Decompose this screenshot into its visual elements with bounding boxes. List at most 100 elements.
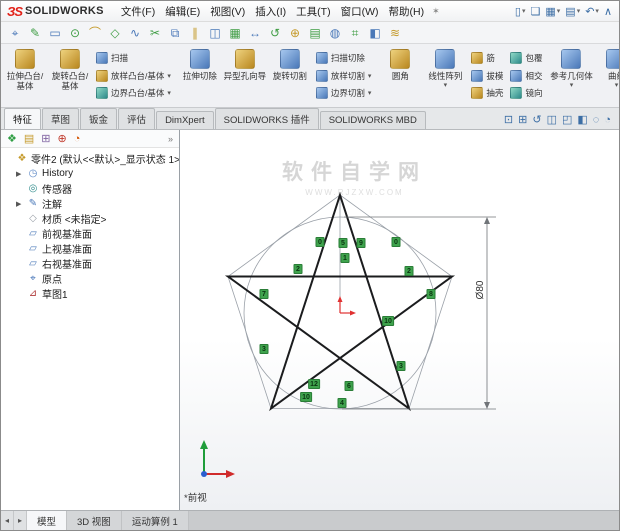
- ribbon-boundary-boss-button[interactable]: 边界凸台/基体: [96, 85, 171, 101]
- trim-tool-icon[interactable]: ✂: [146, 24, 164, 42]
- ribbon-reference-geometry-button[interactable]: 参考几何体: [549, 46, 593, 105]
- tree-item-origin[interactable]: ⌖ 原点: [1, 271, 179, 286]
- panel-flyout-icon[interactable]: »: [168, 134, 173, 144]
- ribbon-mirror-button[interactable]: 镜向: [510, 85, 542, 101]
- menu-edit[interactable]: 编辑(E): [160, 2, 205, 21]
- ribbon-swept-boss-button[interactable]: 扫描: [96, 50, 171, 66]
- sketch-point-badge[interactable]: 4: [338, 398, 347, 408]
- shaded-view-icon[interactable]: ◍: [326, 24, 344, 42]
- sketch-point-badge[interactable]: 1: [341, 253, 350, 263]
- sketch-point-badge[interactable]: 12: [308, 379, 320, 389]
- display-relations-icon[interactable]: ▤: [306, 24, 324, 42]
- mirror-entities-icon[interactable]: ◫: [206, 24, 224, 42]
- hide-show-items-icon[interactable]: ◌: [593, 114, 600, 126]
- open-button[interactable]: ❏: [530, 5, 540, 18]
- measure-icon[interactable]: ≋: [386, 24, 404, 42]
- ribbon-extruded-boss-button[interactable]: 拉伸凸台/基体: [3, 46, 47, 105]
- rectangle-tool-icon[interactable]: ▭: [46, 24, 64, 42]
- sketch-point-badge[interactable]: 0: [316, 237, 325, 247]
- tree-item-front-plane[interactable]: ▱ 前视基准面: [1, 226, 179, 241]
- grid-icon[interactable]: ⌗: [346, 24, 364, 42]
- zoom-fit-icon[interactable]: ⊡: [504, 114, 513, 126]
- sketch-point-badge[interactable]: 2: [294, 264, 303, 274]
- spline-tool-icon[interactable]: ∿: [126, 24, 144, 42]
- sketch-point-badge[interactable]: 2: [405, 266, 414, 276]
- tab-model[interactable]: 模型: [27, 511, 67, 530]
- smart-dimension-icon[interactable]: ⊕: [286, 24, 304, 42]
- ribbon-lofted-boss-button[interactable]: 放样凸台/基体: [96, 68, 171, 84]
- tab-solidworks-mbd[interactable]: SOLIDWORKS MBD: [320, 111, 426, 129]
- view-orientation-icon[interactable]: ◰: [562, 114, 572, 126]
- tree-item-sensors[interactable]: ◎ 传感器: [1, 181, 179, 196]
- sketch-point-badge[interactable]: 10: [300, 392, 312, 402]
- sketch-point-badge[interactable]: 5: [339, 238, 348, 248]
- ribbon-hole-wizard-button[interactable]: 异型孔向导: [223, 46, 267, 105]
- expand-caret-icon[interactable]: [16, 170, 24, 178]
- tab-features[interactable]: 特征: [4, 108, 41, 129]
- sketch-icon[interactable]: ✎: [26, 24, 44, 42]
- menu-pin-icon[interactable]: ✶: [432, 6, 440, 17]
- menu-help[interactable]: 帮助(H): [383, 2, 429, 21]
- select-icon[interactable]: ⌖: [6, 24, 24, 42]
- sketch-point-badge[interactable]: 6: [345, 381, 354, 391]
- tab-dimxpert[interactable]: DimXpert: [156, 111, 214, 129]
- tab-3d-views[interactable]: 3D 视图: [67, 511, 122, 530]
- sketch-point-badge[interactable]: 9: [357, 238, 366, 248]
- menu-insert[interactable]: 插入(I): [250, 2, 291, 21]
- sketch-point-badge[interactable]: 3: [260, 344, 269, 354]
- new-document-button[interactable]: ▯: [515, 5, 526, 18]
- ribbon-rib-button[interactable]: 筋: [471, 50, 503, 66]
- collapse-toolbar-button[interactable]: ∧: [604, 5, 612, 18]
- configuration-manager-tab[interactable]: ⊞: [41, 131, 50, 147]
- sketch-point-badge[interactable]: 8: [427, 289, 436, 299]
- tab-solidworks-addins[interactable]: SOLIDWORKS 插件: [215, 108, 319, 129]
- ribbon-lofted-cut-button[interactable]: 放样切割: [316, 68, 372, 84]
- property-manager-tab[interactable]: ▤: [24, 131, 34, 147]
- display-manager-tab[interactable]: ◔: [74, 131, 81, 147]
- move-entities-icon[interactable]: ↔: [246, 24, 264, 42]
- previous-view-icon[interactable]: ↺: [532, 114, 541, 126]
- feature-manager-tab[interactable]: ❖: [7, 131, 17, 147]
- tree-item-sketch1[interactable]: ⊿ 草图1: [1, 286, 179, 301]
- menu-window[interactable]: 窗口(W): [336, 2, 384, 21]
- ribbon-swept-cut-button[interactable]: 扫描切除: [316, 50, 372, 66]
- ribbon-draft-button[interactable]: 拔模: [471, 68, 503, 84]
- ribbon-wrap-button[interactable]: 包覆: [510, 50, 542, 66]
- sketch-point-badge[interactable]: 3: [397, 361, 406, 371]
- section-view-icon[interactable]: ◧: [366, 24, 384, 42]
- tree-item-right-plane[interactable]: ▱ 右视基准面: [1, 256, 179, 271]
- tree-item-history[interactable]: ◷ History: [1, 166, 179, 181]
- ribbon-extruded-cut-button[interactable]: 拉伸切除: [178, 46, 222, 105]
- circle-tool-icon[interactable]: ⊙: [66, 24, 84, 42]
- appearance-icon[interactable]: ◔: [604, 114, 611, 126]
- ribbon-boundary-cut-button[interactable]: 边界切割: [316, 85, 372, 101]
- arc-tool-icon[interactable]: ⌒: [86, 24, 104, 42]
- tree-item-annotations[interactable]: ✎ 注解: [1, 196, 179, 211]
- dimxpert-manager-tab[interactable]: ⊕: [58, 131, 67, 147]
- expand-caret-icon[interactable]: [16, 200, 24, 208]
- polygon-tool-icon[interactable]: ◇: [106, 24, 124, 42]
- tab-evaluate[interactable]: 评估: [118, 108, 155, 129]
- section-view-icon[interactable]: ◫: [547, 114, 557, 126]
- tab-scroll-left-icon[interactable]: ◂: [1, 511, 14, 530]
- tree-item-top-plane[interactable]: ▱ 上视基准面: [1, 241, 179, 256]
- undo-button[interactable]: ↶: [585, 5, 599, 18]
- offset-entities-icon[interactable]: ∥: [186, 24, 204, 42]
- display-style-icon[interactable]: ◧: [577, 114, 587, 126]
- sketch-point-badge[interactable]: 0: [392, 237, 401, 247]
- tree-item-material[interactable]: ◇ 材质 <未指定>: [1, 211, 179, 226]
- ribbon-curves-button[interactable]: 曲线: [594, 46, 619, 105]
- tab-sheet-metal[interactable]: 钣金: [80, 108, 117, 129]
- ribbon-revolved-cut-button[interactable]: 旋转切割: [268, 46, 312, 105]
- ribbon-revolved-boss-button[interactable]: 旋转凸台/基体: [48, 46, 92, 105]
- menu-view[interactable]: 视图(V): [205, 2, 250, 21]
- ribbon-linear-pattern-button[interactable]: 线性阵列: [423, 46, 467, 105]
- ribbon-fillet-button[interactable]: 圆角: [378, 46, 422, 105]
- sketch-point-badge[interactable]: 7: [260, 289, 269, 299]
- rotate-entities-icon[interactable]: ↺: [266, 24, 284, 42]
- sketch-point-badge[interactable]: 10: [382, 316, 394, 326]
- ribbon-shell-button[interactable]: 抽壳: [471, 85, 503, 101]
- graphics-area[interactable]: 软件自学网 WWW.RJZXW.COM Ø80: [180, 130, 619, 510]
- tab-motion-study[interactable]: 运动算例 1: [122, 511, 189, 530]
- zoom-area-icon[interactable]: ⊞: [518, 114, 527, 126]
